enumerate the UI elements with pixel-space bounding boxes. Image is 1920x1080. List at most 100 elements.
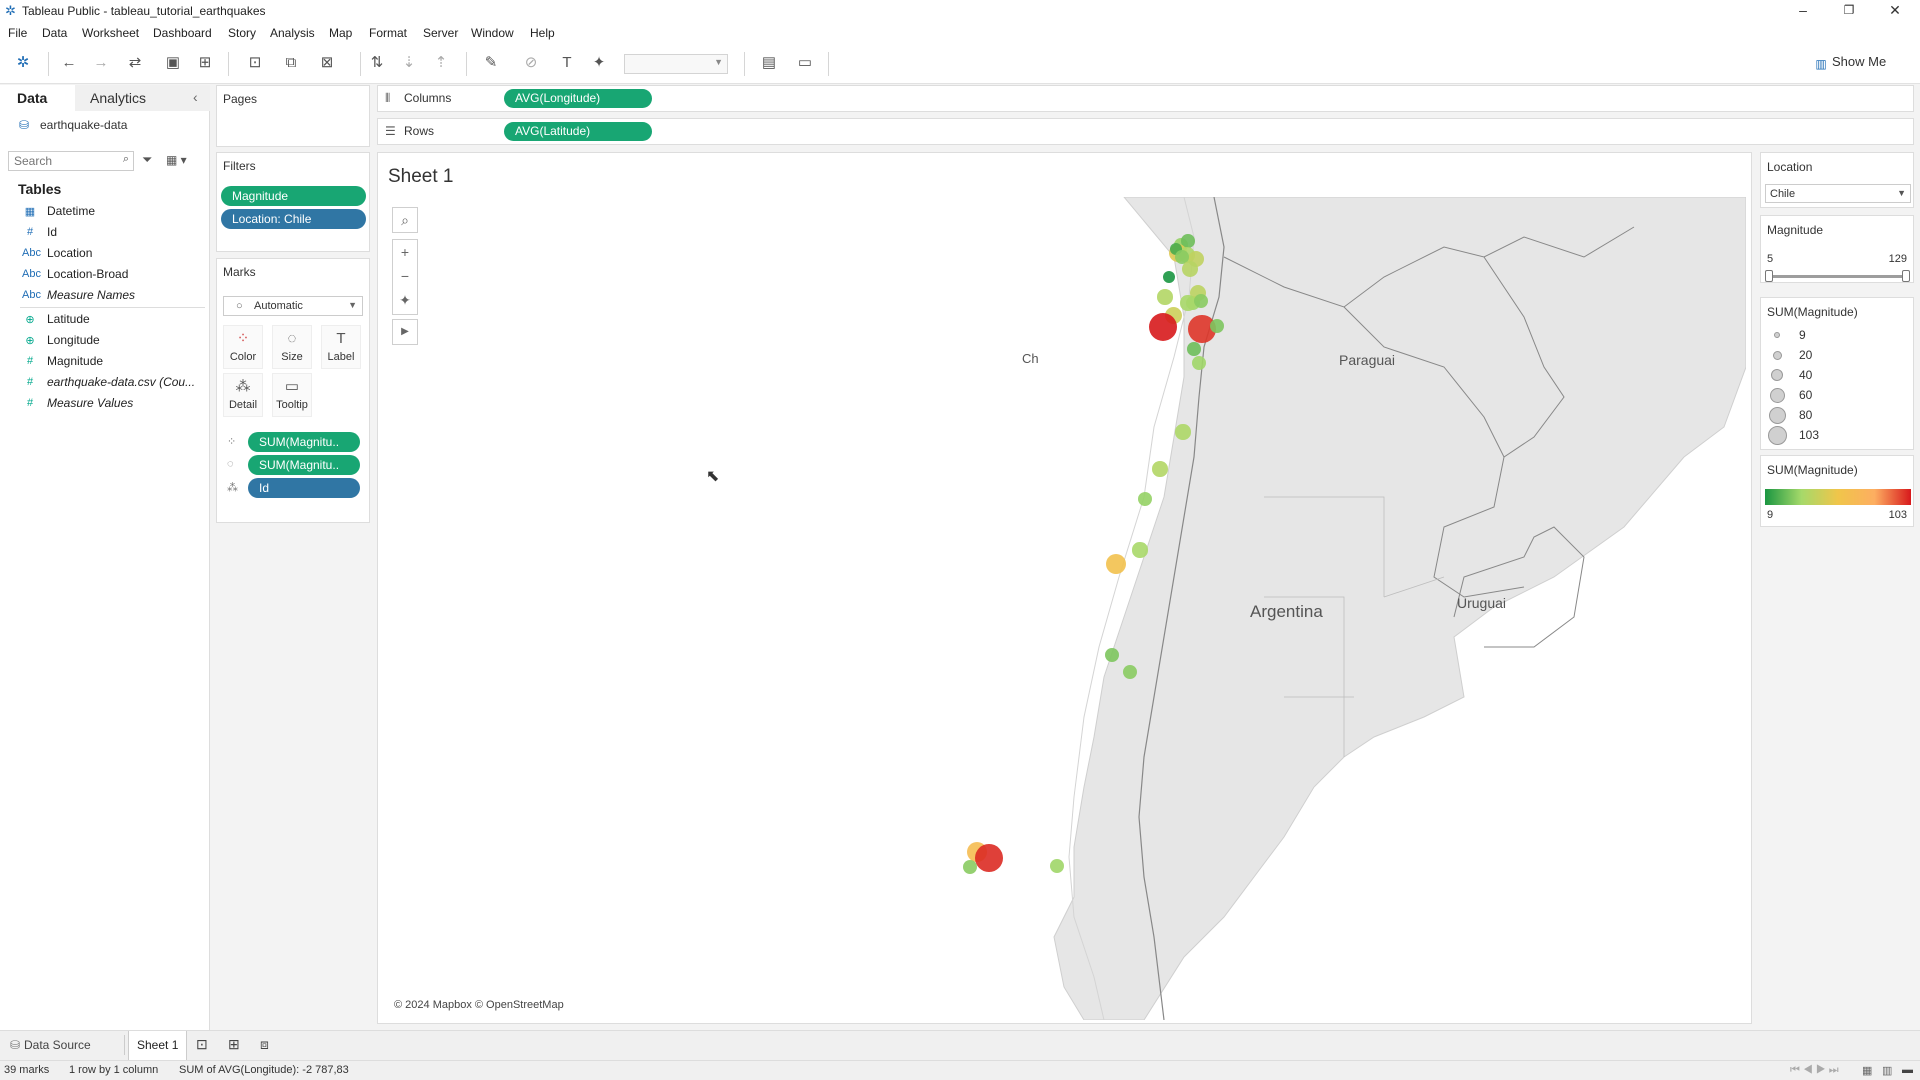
sheet-sorter-icon[interactable]: ▦ bbox=[1862, 1064, 1872, 1077]
earthquake-point[interactable] bbox=[1187, 342, 1201, 356]
show-mark-labels-icon[interactable]: T bbox=[556, 52, 578, 74]
magnitude-slider-min-handle[interactable] bbox=[1765, 270, 1773, 282]
duplicate-sheet-icon[interactable]: ⧉ bbox=[280, 52, 302, 74]
columns-pill[interactable]: AVG(Longitude) bbox=[504, 89, 652, 108]
restore-button[interactable]: ❐ bbox=[1826, 0, 1872, 22]
filters-card[interactable]: Filters Magnitude Location: Chile bbox=[216, 152, 370, 252]
sheet-title[interactable]: Sheet 1 bbox=[388, 166, 454, 188]
earthquake-point[interactable] bbox=[975, 844, 1003, 872]
filmstrip-icon[interactable]: ▥ bbox=[1882, 1064, 1892, 1077]
presentation-mode-icon[interactable]: ▭ bbox=[794, 52, 816, 74]
map-search-button[interactable]: ⌕ bbox=[392, 207, 418, 233]
tableau-home-icon[interactable]: ✲ bbox=[12, 52, 34, 74]
field-item[interactable]: # Measure Values bbox=[0, 393, 208, 414]
rows-pill[interactable]: AVG(Latitude) bbox=[504, 122, 652, 141]
size-legend-item[interactable]: 9 bbox=[1767, 326, 1907, 346]
color-mark-button[interactable]: ⁘ Color bbox=[223, 325, 263, 369]
replay-icon[interactable]: ⇄ bbox=[120, 52, 150, 74]
field-item[interactable]: ▦ Datetime bbox=[0, 201, 208, 222]
fix-axes-icon[interactable]: ✦ bbox=[588, 52, 610, 74]
size-legend-item[interactable]: 103 bbox=[1767, 425, 1907, 446]
menu-dashboard[interactable]: Dashboard bbox=[153, 26, 212, 40]
earthquake-point[interactable] bbox=[1157, 289, 1173, 305]
pages-card[interactable]: Pages bbox=[216, 85, 370, 147]
menu-file[interactable]: File bbox=[8, 26, 27, 40]
size-mark-button[interactable]: ◌ Size bbox=[272, 325, 312, 369]
mark-pill[interactable]: Id bbox=[248, 478, 360, 498]
tab-analytics[interactable]: Analytics bbox=[75, 85, 210, 111]
search-field[interactable]: ⌕ bbox=[8, 151, 134, 171]
show-me-button[interactable]: Show Me bbox=[1832, 54, 1886, 69]
collapse-pane-icon[interactable]: ‹ bbox=[193, 89, 198, 105]
menu-map[interactable]: Map bbox=[329, 26, 352, 40]
new-story-tab-icon[interactable]: ⧈ bbox=[260, 1036, 269, 1053]
size-legend-item[interactable]: 60 bbox=[1767, 386, 1907, 406]
earthquake-point[interactable] bbox=[1210, 319, 1224, 333]
show-cards-icon[interactable]: ▤ bbox=[752, 52, 786, 74]
earthquake-point[interactable] bbox=[1105, 648, 1119, 662]
field-item[interactable]: ⊕ Latitude bbox=[0, 309, 208, 330]
tooltip-mark-button[interactable]: ▭ Tooltip bbox=[272, 373, 312, 417]
earthquake-point[interactable] bbox=[1132, 542, 1148, 558]
undo-icon[interactable]: ← bbox=[58, 52, 80, 74]
new-worksheet-icon[interactable]: ⊡ bbox=[238, 52, 272, 74]
size-legend-item[interactable]: 20 bbox=[1767, 346, 1907, 366]
view-options-icon[interactable]: ▦ ▾ bbox=[166, 153, 187, 167]
zoom-out-button[interactable]: − bbox=[393, 264, 417, 288]
fit-dropdown[interactable]: ▼ bbox=[624, 54, 728, 74]
group-members-icon[interactable]: ⊘ bbox=[516, 52, 546, 74]
earthquake-point[interactable] bbox=[1106, 554, 1126, 574]
earthquake-point[interactable] bbox=[1175, 424, 1191, 440]
detail-mark-button[interactable]: ⁂ Detail bbox=[223, 373, 263, 417]
earthquake-point[interactable] bbox=[1180, 295, 1196, 311]
field-item[interactable]: # Magnitude bbox=[0, 351, 208, 372]
field-item[interactable]: Abc Location-Broad bbox=[0, 264, 208, 285]
tab-data[interactable]: Data bbox=[0, 85, 75, 111]
size-legend-item[interactable]: 40 bbox=[1767, 366, 1907, 386]
field-item[interactable]: Abc Measure Names bbox=[0, 285, 208, 306]
menu-window[interactable]: Window bbox=[471, 26, 514, 40]
pin-map-button[interactable]: ✦ bbox=[393, 288, 417, 312]
menu-help[interactable]: Help bbox=[530, 26, 555, 40]
map-attribution[interactable]: © 2024 Mapbox © OpenStreetMap bbox=[394, 999, 564, 1011]
sort-descending-icon[interactable]: ⇡ bbox=[430, 52, 452, 74]
tab-sheet-1[interactable]: Sheet 1 bbox=[128, 1031, 188, 1060]
magnitude-slider-max-handle[interactable] bbox=[1902, 270, 1910, 282]
minimize-button[interactable]: – bbox=[1780, 0, 1826, 22]
menu-format[interactable]: Format bbox=[369, 26, 407, 40]
zoom-in-button[interactable]: + bbox=[393, 240, 417, 264]
field-item[interactable]: Abc Location bbox=[0, 243, 208, 264]
filter-fields-icon[interactable]: ⏷ bbox=[142, 152, 152, 168]
field-item[interactable]: # earthquake-data.csv (Cou... bbox=[0, 372, 208, 393]
filter-pill-magnitude[interactable]: Magnitude bbox=[221, 186, 366, 206]
menu-analysis[interactable]: Analysis bbox=[270, 26, 315, 40]
filter-pill-location[interactable]: Location: Chile bbox=[221, 209, 366, 229]
map-toolbar-expand-button[interactable]: ▶ bbox=[392, 319, 418, 345]
earthquake-point[interactable] bbox=[1152, 461, 1168, 477]
map-view[interactable]: Ch Paraguai Argentina Uruguai ⌕ + − ✦ ▶ … bbox=[384, 197, 1746, 1020]
rows-shelf[interactable]: ☰ Rows AVG(Latitude) bbox=[377, 118, 1914, 145]
location-dropdown[interactable]: Chile ▼ bbox=[1765, 184, 1911, 203]
sort-ascending-icon[interactable]: ⇣ bbox=[398, 52, 420, 74]
tabs-view-icon[interactable]: ▬ bbox=[1902, 1064, 1913, 1076]
search-input[interactable] bbox=[9, 152, 109, 170]
size-legend-item[interactable]: 80 bbox=[1767, 406, 1907, 426]
clear-sheet-icon[interactable]: ⊠ bbox=[310, 52, 344, 74]
label-mark-button[interactable]: T Label bbox=[321, 325, 361, 369]
mark-pill[interactable]: SUM(Magnitu.. bbox=[248, 432, 360, 452]
magnitude-slider-track[interactable] bbox=[1769, 275, 1907, 278]
save-icon[interactable]: ▣ bbox=[162, 52, 184, 74]
datasource-name[interactable]: earthquake-data bbox=[40, 118, 127, 132]
new-datasource-icon[interactable]: ⊞ bbox=[194, 52, 216, 74]
earthquake-point[interactable] bbox=[1148, 312, 1178, 342]
close-button[interactable]: ✕ bbox=[1872, 0, 1918, 22]
menu-worksheet[interactable]: Worksheet bbox=[82, 26, 139, 40]
mark-pill[interactable]: SUM(Magnitu.. bbox=[248, 455, 360, 475]
field-item[interactable]: ⊕ Longitude bbox=[0, 330, 208, 351]
swap-rows-columns-icon[interactable]: ⇅ bbox=[366, 52, 388, 74]
tab-data-source[interactable]: Data Source bbox=[24, 1038, 91, 1052]
sheet-navigation-icon[interactable]: ⏮ ◀ ▶ ⏭ bbox=[1790, 1064, 1839, 1077]
field-item[interactable]: # Id bbox=[0, 222, 208, 243]
menu-server[interactable]: Server bbox=[423, 26, 458, 40]
new-worksheet-tab-icon[interactable]: ⊡ bbox=[196, 1036, 208, 1053]
